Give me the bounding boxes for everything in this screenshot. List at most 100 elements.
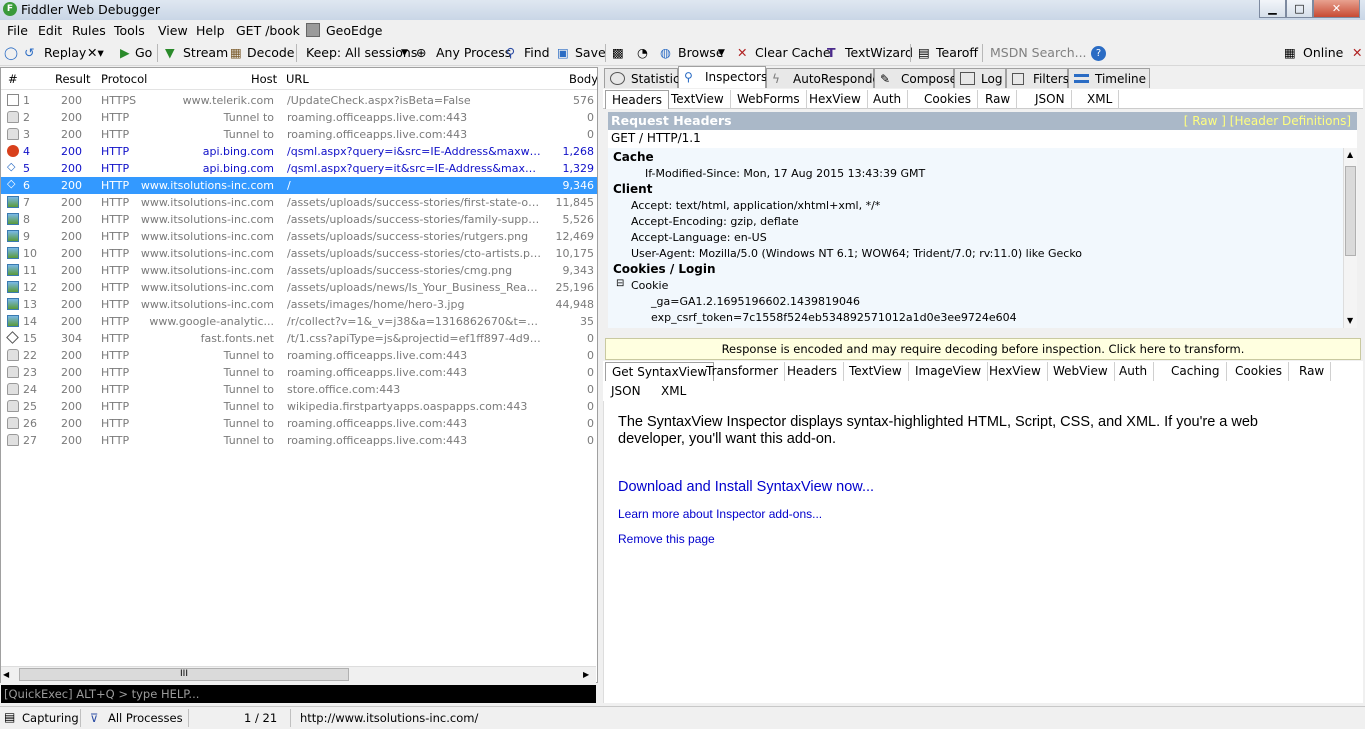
resp-tab-transformer[interactable]: Transformer: [700, 362, 786, 381]
menu-file[interactable]: File: [7, 23, 28, 38]
capturing-status[interactable]: Capturing: [22, 711, 79, 725]
menu-tools[interactable]: Tools: [114, 23, 145, 38]
scroll-up-icon[interactable]: ▲: [1347, 150, 1353, 159]
online-status[interactable]: Online: [1303, 45, 1343, 60]
tab-timeline[interactable]: Timeline: [1068, 68, 1150, 88]
find-button[interactable]: Find: [524, 45, 550, 60]
header-accept[interactable]: Accept: text/html, application/xhtml+xml…: [631, 199, 880, 212]
cookie-exp-csrf-token[interactable]: exp_csrf_token=7c1558f524eb534892571012a…: [651, 311, 1017, 324]
collapse-icon[interactable]: ⊟: [616, 278, 624, 289]
header-cookie[interactable]: Cookie: [631, 279, 668, 292]
resp-tab-textview[interactable]: TextView: [843, 362, 909, 381]
menu-geoedge[interactable]: GeoEdge: [326, 23, 382, 38]
menu-rules[interactable]: Rules: [72, 23, 106, 38]
resp-tab-auth[interactable]: Auth: [1113, 362, 1155, 381]
horizontal-splitter[interactable]: [603, 332, 1363, 336]
header-accept-language[interactable]: Accept-Language: en-US: [631, 231, 767, 244]
tab-filters[interactable]: Filters: [1006, 68, 1069, 88]
help-icon[interactable]: ?: [1091, 46, 1106, 61]
table-row[interactable]: 4 200 HTTP api.bing.com/qsml.aspx?query=i&s…: [1, 143, 597, 160]
clear-cache-button[interactable]: Clear Cache: [755, 45, 831, 60]
decode-banner[interactable]: Response is encoded and may require deco…: [605, 338, 1361, 360]
scroll-thumb[interactable]: [1345, 166, 1356, 256]
raw-header-definitions-links[interactable]: [ Raw ] [Header Definitions]: [1184, 114, 1351, 128]
msdn-search-input[interactable]: MSDN Search...: [990, 45, 1087, 60]
maximize-button[interactable]: □: [1286, 0, 1313, 18]
table-row[interactable]: 27 200 HTTP Tunnel to roaming.officeapps.liv…: [1, 432, 597, 449]
textwizard-button[interactable]: TextWizard: [845, 45, 913, 60]
table-row[interactable]: 24 200 HTTP Tunnel to store.office.com:443 0: [1, 381, 597, 398]
group-client[interactable]: Client: [613, 182, 652, 196]
table-row[interactable]: 23 200 HTTP Tunnel to roaming.officeapps.liv…: [1, 364, 597, 381]
req-tab-xml[interactable]: XML: [1081, 90, 1120, 109]
resp-tab-webview[interactable]: WebView: [1047, 362, 1115, 381]
group-cache[interactable]: Cache: [613, 150, 654, 164]
resp-tab-xml[interactable]: XML: [655, 382, 692, 401]
timer-icon[interactable]: ◔: [637, 45, 648, 60]
header-if-modified-since[interactable]: If-Modified-Since: Mon, 17 Aug 2015 13:4…: [645, 167, 925, 180]
resp-tab-hexview[interactable]: HexView: [983, 362, 1048, 381]
table-row[interactable]: 13 200 HTTP www.itsolutions-inc.com/assets/…: [1, 296, 597, 313]
quickexec-input[interactable]: [QuickExec] ALT+Q > type HELP...: [1, 685, 596, 703]
cookie-ga[interactable]: _ga=GA1.2.1695196602.1439819046: [651, 295, 860, 308]
group-cookies-login[interactable]: Cookies / Login: [613, 262, 716, 276]
scroll-thumb[interactable]: III: [19, 668, 349, 681]
table-row[interactable]: 3 200 HTTP Tunnel to roaming.officeapps.live…: [1, 126, 597, 143]
table-row[interactable]: 26 200 HTTP Tunnel to roaming.officeapps.liv…: [1, 415, 597, 432]
learn-more-link[interactable]: Learn more about Inspector add-ons...: [618, 507, 822, 521]
resp-tab-get-syntaxview[interactable]: Get SyntaxView: [605, 362, 715, 381]
col-host[interactable]: Host: [251, 72, 277, 86]
req-tab-cookies[interactable]: Cookies: [918, 90, 978, 109]
resp-tab-json[interactable]: JSON: [605, 382, 647, 401]
col-result[interactable]: Result: [55, 72, 91, 86]
resp-tab-headers[interactable]: Headers: [781, 362, 844, 381]
menu-edit[interactable]: Edit: [38, 23, 62, 38]
table-row[interactable]: 15 304 HTTP fast.fonts.net/t/1.css?apiType=…: [1, 330, 597, 347]
comment-icon[interactable]: ◯: [4, 45, 18, 60]
tab-log[interactable]: Log: [954, 68, 1006, 88]
download-syntaxview-link[interactable]: Download and Install SyntaxView now...: [618, 479, 874, 495]
remove-page-link[interactable]: Remove this page: [618, 532, 715, 546]
req-tab-raw[interactable]: Raw: [979, 90, 1018, 109]
replay-button[interactable]: Replay: [44, 45, 86, 60]
menu-get-book[interactable]: GET /book: [236, 23, 300, 38]
resp-tab-imageview[interactable]: ImageView: [909, 362, 989, 381]
col-number[interactable]: #: [8, 72, 18, 86]
scroll-left-icon[interactable]: ◀: [3, 670, 9, 679]
capture-icon[interactable]: ▤: [4, 710, 15, 724]
tearoff-button[interactable]: Tearoff: [936, 45, 978, 60]
table-row[interactable]: 10 200 HTTP www.itsolutions-inc.com/assets/…: [1, 245, 597, 262]
session-list[interactable]: # Result Protocol Host URL Body 1 200 HTTP…: [0, 67, 598, 683]
header-user-agent[interactable]: User-Agent: Mozilla/5.0 (Windows NT 6.1;…: [631, 247, 1082, 260]
tab-inspectors[interactable]: ⚲ Inspectors: [678, 66, 767, 88]
resp-tab-cookies[interactable]: Cookies: [1229, 362, 1289, 381]
horizontal-scrollbar[interactable]: ◀ III ▶: [1, 666, 596, 683]
menu-help[interactable]: Help: [196, 23, 225, 38]
table-row[interactable]: 2 200 HTTP Tunnel to roaming.officeapps.live…: [1, 109, 597, 126]
process-filter[interactable]: All Processes: [108, 711, 183, 725]
scroll-right-icon[interactable]: ▶: [583, 670, 589, 679]
col-protocol[interactable]: Protocol: [101, 72, 147, 86]
tab-composer[interactable]: ✎ Composer: [874, 68, 962, 88]
close-button[interactable]: ✕: [1313, 0, 1360, 18]
save-button[interactable]: Save: [575, 45, 606, 60]
req-tab-hexview[interactable]: HexView: [803, 90, 868, 109]
tab-autoresponder[interactable]: ϟ AutoResponder: [766, 68, 885, 88]
col-url[interactable]: URL: [286, 72, 309, 86]
req-tab-auth[interactable]: Auth: [867, 90, 909, 109]
table-row[interactable]: 12 200 HTTP www.itsolutions-inc.com/assets/…: [1, 279, 597, 296]
req-tab-json[interactable]: JSON: [1029, 90, 1072, 109]
col-body[interactable]: Body: [569, 72, 597, 86]
screenshot-icon[interactable]: ▩: [612, 45, 624, 60]
decode-button[interactable]: Decode: [247, 45, 294, 60]
table-row[interactable]: 7 200 HTTP www.itsolutions-inc.com/assets/u…: [1, 194, 597, 211]
table-row[interactable]: 25 200 HTTP Tunnel to wikipedia.firstpartyap…: [1, 398, 597, 415]
table-row[interactable]: ◇ 6 200 HTTP www.itsolutions-inc.com / 9,346: [1, 177, 597, 194]
req-tab-textview[interactable]: TextView: [665, 90, 731, 109]
remove-icon[interactable]: ✕▾: [87, 45, 104, 60]
stream-button[interactable]: Stream: [183, 45, 228, 60]
table-row[interactable]: 14 200 HTTP www.google-analytic... /r/collec…: [1, 313, 597, 330]
table-row[interactable]: 22 200 HTTP Tunnel to roaming.officeapps.liv…: [1, 347, 597, 364]
table-row[interactable]: 8 200 HTTP www.itsolutions-inc.com/assets/u…: [1, 211, 597, 228]
resp-tab-raw[interactable]: Raw: [1293, 362, 1332, 381]
